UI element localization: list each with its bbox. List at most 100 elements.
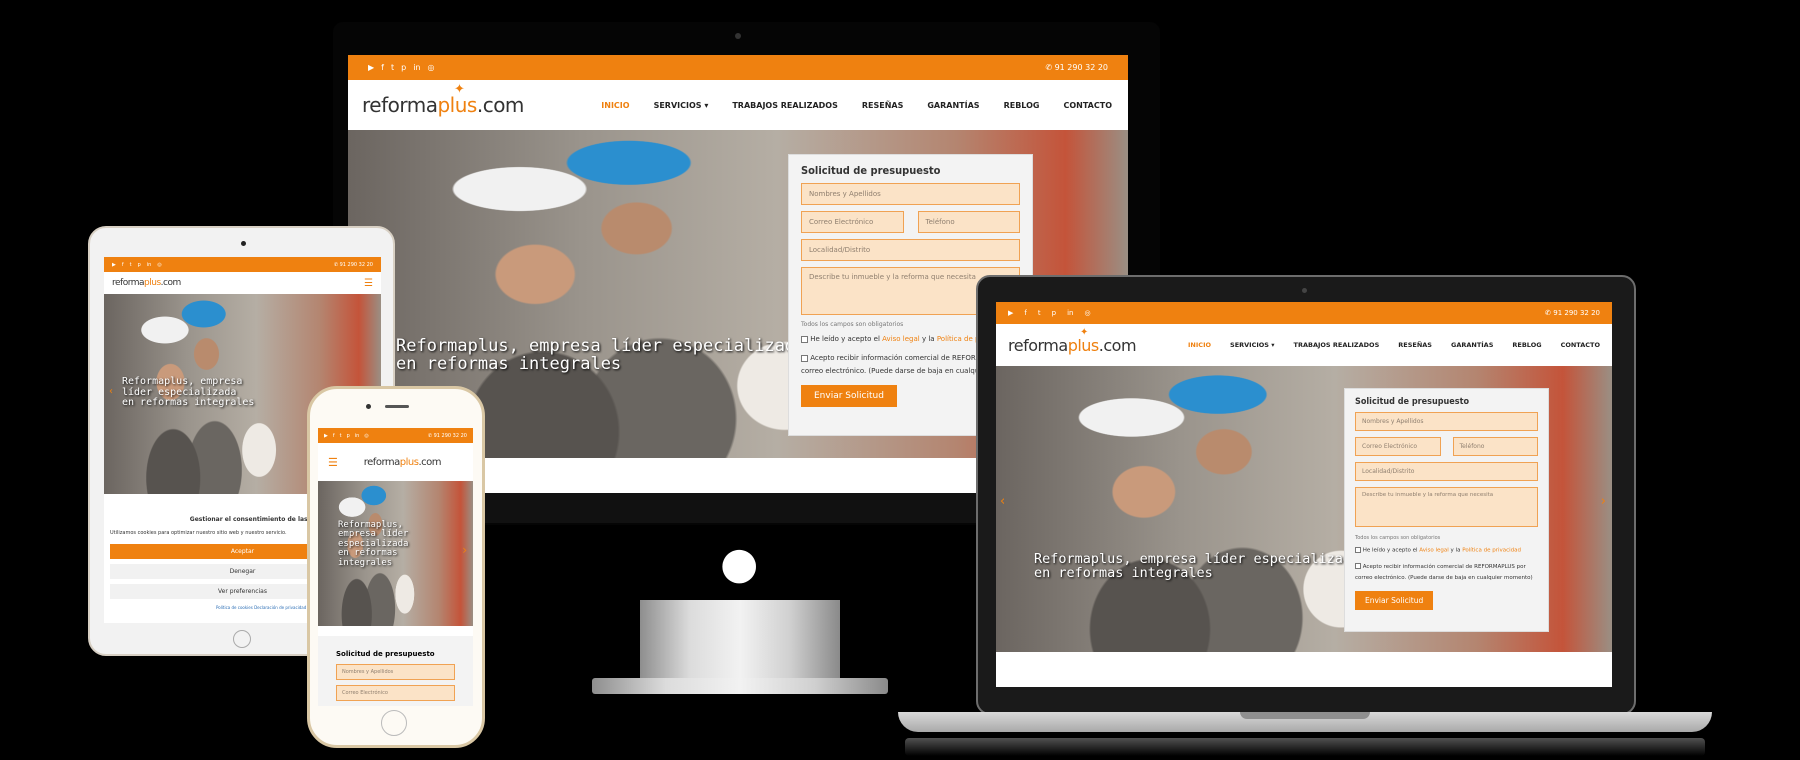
nav-resenas[interactable]: RESEÑAS: [862, 101, 904, 110]
devices-mockup: ▶ f t p in ◎ ✆ 91 290 32 20 reformaplus.…: [0, 0, 1800, 760]
youtube-icon[interactable]: ▶: [368, 63, 374, 72]
iphone-email-field[interactable]: Correo Electrónico: [336, 685, 455, 701]
iphone-home-button[interactable]: [381, 710, 407, 736]
commercial-checkbox[interactable]: [801, 354, 808, 362]
locality-field[interactable]: Localidad/Distrito: [801, 239, 1020, 261]
message-field[interactable]: Describe tu inmueble y la reforma que ne…: [1355, 487, 1538, 527]
iphone-topbar: ▶ f t p in ◎ ✆ 91 290 32 20: [318, 428, 473, 443]
slider-next-icon[interactable]: ›: [1601, 494, 1606, 509]
instagram-icon[interactable]: ◎: [364, 433, 368, 439]
phone-field[interactable]: Teléfono: [1452, 437, 1538, 456]
privacy-link[interactable]: Política de privacidad: [1462, 548, 1521, 554]
instagram-icon[interactable]: ◎: [1084, 309, 1090, 317]
iphone-speaker: [385, 405, 409, 408]
iphone-social-icons: ▶ f t p in ◎: [324, 433, 369, 439]
name-field[interactable]: Nombres y Apellidos: [1355, 412, 1538, 431]
submit-button[interactable]: Enviar Solicitud: [1355, 590, 1434, 610]
nav-contacto[interactable]: CONTACTO: [1561, 341, 1600, 349]
iphone-form-title: Solicitud de presupuesto: [336, 650, 435, 658]
submit-button[interactable]: Enviar Solicitud: [801, 384, 897, 407]
macbook-notch: [1240, 712, 1370, 719]
macbook-topbar-phone[interactable]: ✆ 91 290 32 20: [1545, 309, 1600, 317]
macbook-form-title: Solicitud de presupuesto: [1355, 397, 1470, 407]
slider-prev-icon[interactable]: ‹: [109, 386, 113, 397]
pinterest-icon[interactable]: p: [347, 433, 350, 439]
macbook-screen: ▶ f t p in ◎ ✆ 91 290 32 20 reformaplus.com ✦…: [996, 302, 1612, 687]
youtube-icon[interactable]: ▶: [112, 262, 116, 268]
caret-down-icon: ▾: [704, 100, 709, 110]
linkedin-icon[interactable]: in: [1067, 309, 1073, 317]
aviso-legal-link[interactable]: Aviso legal: [1419, 548, 1449, 554]
instagram-icon[interactable]: ◎: [428, 63, 435, 72]
legal-checkbox[interactable]: [801, 335, 808, 343]
pinterest-icon[interactable]: p: [138, 262, 141, 268]
facebook-icon[interactable]: f: [381, 63, 384, 72]
nav-garantias[interactable]: GARANTÍAS: [1451, 341, 1493, 349]
macbook-hero: Reformaplus, empresa líder especializada…: [996, 366, 1612, 652]
ipad-site-logo[interactable]: reformaplus.com: [112, 278, 181, 288]
linkedin-icon[interactable]: in: [147, 262, 152, 268]
iphone-name-field[interactable]: Nombres y Apellidos: [336, 664, 455, 680]
ipad-header: reformaplus.com ☰: [104, 272, 381, 294]
linkedin-icon[interactable]: in: [355, 433, 360, 439]
ipad-social-icons: ▶ f t p in ◎: [112, 262, 162, 268]
iphone-form: Solicitud de presupuesto Nombres y Apell…: [318, 636, 473, 706]
email-field[interactable]: Correo Electrónico: [1355, 437, 1441, 456]
nav-contacto[interactable]: CONTACTO: [1063, 101, 1112, 110]
twitter-icon[interactable]: t: [391, 63, 394, 72]
facebook-icon[interactable]: f: [122, 262, 124, 268]
nav-trabajos[interactable]: TRABAJOS REALIZADOS: [1294, 341, 1380, 349]
pinterest-icon[interactable]: p: [401, 63, 406, 72]
macbook-quote-form: Solicitud de presupuesto Nombres y Apell…: [1344, 388, 1549, 632]
commercial-consent: Acepto recibir información comercial de …: [1355, 563, 1533, 582]
legal-consent: He leído y acepto el Aviso legal y la Po…: [1355, 547, 1538, 554]
facebook-icon[interactable]: f: [1024, 309, 1026, 317]
linkedin-icon[interactable]: in: [413, 63, 420, 72]
nav-inicio[interactable]: INICIO: [1188, 341, 1211, 349]
iphone-topbar-phone[interactable]: ✆ 91 290 32 20: [428, 433, 467, 439]
nav-servicios[interactable]: SERVICIOS ▾: [654, 101, 709, 110]
nav-garantias[interactable]: GARANTÍAS: [927, 101, 979, 110]
pinterest-icon[interactable]: p: [1052, 309, 1056, 317]
hamburger-menu-icon[interactable]: ☰: [328, 456, 338, 469]
twitter-icon[interactable]: t: [340, 433, 342, 439]
nav-reblog[interactable]: REBLOG: [1004, 101, 1040, 110]
nav-servicios[interactable]: SERVICIOS ▾: [1230, 341, 1275, 349]
aviso-legal-link[interactable]: Aviso legal: [882, 335, 920, 343]
ipad-home-button[interactable]: [233, 630, 251, 648]
name-field[interactable]: Nombres y Apellidos: [801, 183, 1020, 205]
twitter-icon[interactable]: t: [130, 262, 132, 268]
legal-checkbox[interactable]: [1355, 547, 1361, 553]
nav-inicio[interactable]: INICIO: [601, 101, 629, 110]
phone-icon: ✆: [1045, 63, 1055, 72]
facebook-icon[interactable]: f: [333, 433, 335, 439]
youtube-icon[interactable]: ▶: [1008, 309, 1013, 317]
youtube-icon[interactable]: ▶: [324, 433, 328, 439]
email-field[interactable]: Correo Electrónico: [801, 211, 904, 233]
ipad-topbar-phone[interactable]: ✆ 91 290 32 20: [334, 262, 373, 268]
nav-trabajos[interactable]: TRABAJOS REALIZADOS: [732, 101, 838, 110]
commercial-checkbox[interactable]: [1355, 563, 1361, 569]
ipad-camera: [241, 241, 246, 246]
site-logo[interactable]: reformaplus.com ✦: [362, 82, 524, 117]
iphone-site-logo[interactable]: reformaplus.com: [364, 457, 442, 468]
imac-camera: [735, 33, 741, 39]
slider-prev-icon[interactable]: ‹: [1000, 494, 1005, 509]
nav-resenas[interactable]: RESEÑAS: [1398, 341, 1432, 349]
hamburger-menu-icon[interactable]: ☰: [364, 278, 373, 289]
social-icons: ▶ f t p in ◎: [368, 63, 434, 72]
macbook-hero-caption: Reformaplus, empresa líder especializada…: [1034, 551, 1360, 582]
twitter-icon[interactable]: t: [1038, 309, 1041, 317]
form-title: Solicitud de presupuesto: [801, 164, 941, 177]
hero-caption: Reformaplus, empresa líder especializada…: [396, 336, 806, 374]
locality-field[interactable]: Localidad/Distrito: [1355, 462, 1538, 481]
iphone-hero-caption: Reformaplus, empresa líder especializada…: [338, 520, 409, 568]
iphone-header: ☰ reformaplus.com: [318, 443, 473, 481]
macbook-site-logo[interactable]: reformaplus.com ✦: [1008, 327, 1137, 355]
instagram-icon[interactable]: ◎: [157, 262, 161, 268]
phone-field[interactable]: Teléfono: [917, 211, 1020, 233]
nav-reblog[interactable]: REBLOG: [1512, 341, 1541, 349]
topbar-phone[interactable]: ✆ 91 290 32 20: [1045, 63, 1108, 72]
slider-next-icon[interactable]: ›: [462, 543, 467, 557]
imac-stand: [640, 600, 840, 680]
